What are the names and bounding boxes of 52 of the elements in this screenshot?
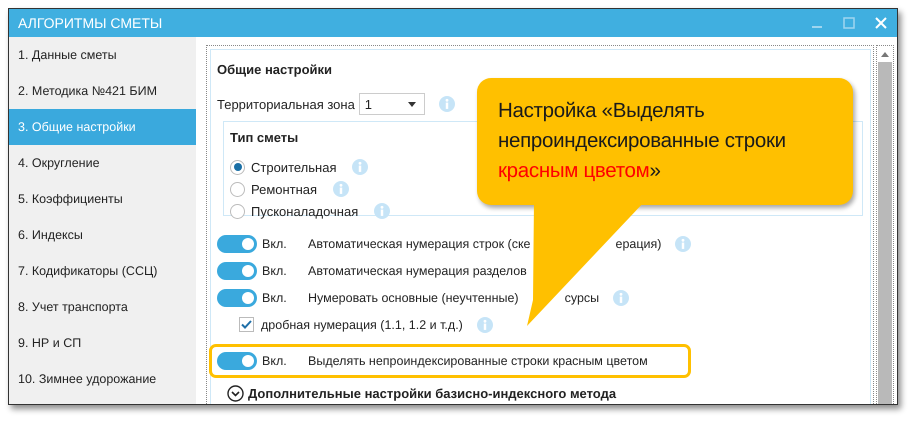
- info-icon[interactable]: [438, 96, 455, 112]
- caret-icon: [408, 102, 416, 106]
- option-label: Нумеровать основные (неучтенные): [308, 290, 519, 304]
- info-icon[interactable]: [476, 316, 493, 332]
- sidebar-item[interactable]: 8. Учет транспорта: [9, 289, 196, 325]
- option-label: Автоматическая нумерация разделов: [308, 264, 527, 278]
- toggle-switch[interactable]: [217, 234, 257, 252]
- sidebar-item[interactable]: 10. Зимнее удорожание: [9, 361, 196, 397]
- close-icon[interactable]: [875, 17, 887, 29]
- radio-label: Строительная: [251, 160, 336, 174]
- info-icon[interactable]: [675, 236, 692, 252]
- expander-title[interactable]: Дополнительные настройки базисно-индексного метода: [248, 386, 616, 400]
- option-label: сурсы: [564, 290, 600, 304]
- info-icon[interactable]: [333, 181, 350, 197]
- section-title: Общие настройки: [217, 61, 333, 79]
- sidebar-item[interactable]: 7. Кодификаторы (ССЦ): [9, 253, 196, 289]
- sidebar-item[interactable]: 6. Индексы: [9, 217, 196, 253]
- group-title: Тип сметы: [230, 129, 298, 147]
- field-label: Территориальная зона: [217, 96, 355, 112]
- sidebar-item[interactable]: 4. Округление: [9, 145, 196, 181]
- window-title: АЛГОРИТМЫ СМЕТЫ: [18, 15, 162, 31]
- expand-icon[interactable]: [227, 384, 244, 402]
- sidebar-item[interactable]: 2. Методика №421 БИМ: [9, 73, 196, 109]
- toggle-state: Вкл.: [261, 264, 288, 278]
- toggle-switch[interactable]: [217, 262, 257, 280]
- sidebar-item[interactable]: 5. Коэффициенты: [9, 181, 196, 217]
- toggle-state: Вкл.: [261, 236, 288, 250]
- option-label: дробная нумерация (1.1, 1.2 и т.д.): [261, 318, 463, 332]
- toggle-state: Вкл.: [261, 354, 288, 368]
- toggle-switch[interactable]: [217, 288, 257, 306]
- option-label: Выделять непроиндексированные строки красным цветом: [308, 354, 648, 368]
- toggle-state: Вкл.: [261, 290, 288, 304]
- checkbox[interactable]: [239, 317, 254, 332]
- radio-button[interactable]: [230, 182, 245, 196]
- toggle-switch[interactable]: [217, 352, 257, 370]
- radio-button[interactable]: [230, 204, 245, 218]
- info-icon[interactable]: [613, 290, 630, 306]
- option-label: Автоматическая нумерация строк (ске: [308, 236, 531, 250]
- sidebar-item[interactable]: 1. Данные сметы: [9, 37, 196, 73]
- zone-dropdown[interactable]: 1: [358, 93, 425, 115]
- scrollbar[interactable]: [876, 45, 894, 404]
- scroll-thumb[interactable]: [878, 62, 892, 404]
- scroll-up-icon[interactable]: [880, 50, 890, 58]
- radio-label: Ремонтная: [251, 182, 318, 196]
- radio-button[interactable]: [230, 160, 245, 174]
- option-label: ерация): [616, 236, 662, 250]
- info-icon[interactable]: [374, 203, 390, 219]
- sidebar-item[interactable]: 9. НР и СП: [9, 325, 196, 361]
- maximize-icon[interactable]: [843, 17, 855, 29]
- callout-text: Настройка «Выделять непроиндексированные строки красным цветом»: [498, 98, 787, 184]
- radio-label: Пусконаладочная: [251, 204, 358, 218]
- info-icon[interactable]: [352, 159, 368, 175]
